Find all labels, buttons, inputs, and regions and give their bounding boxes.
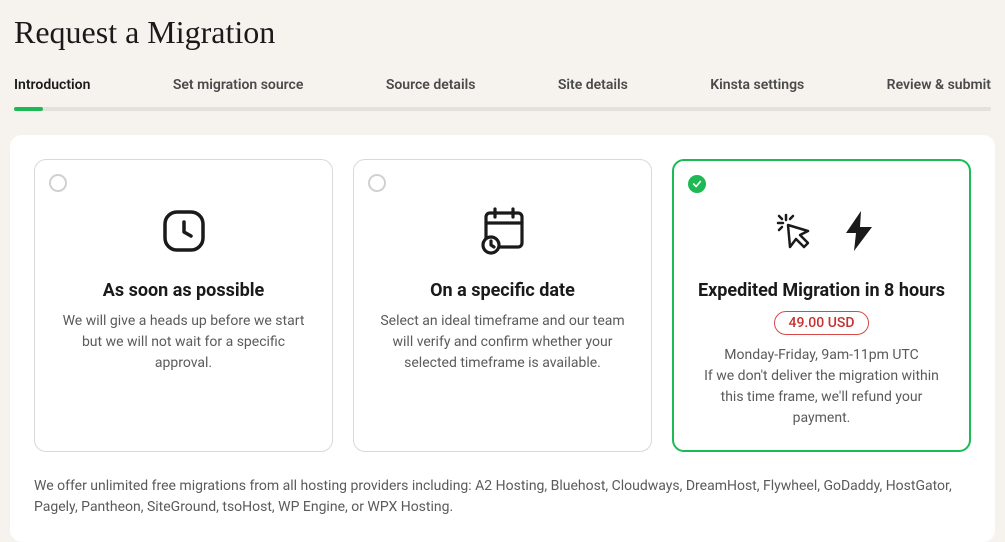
- tab-kinsta-settings[interactable]: Kinsta settings: [710, 69, 804, 107]
- radio-checked-icon: [688, 175, 706, 193]
- tab-site-details[interactable]: Site details: [558, 69, 628, 107]
- option-asap[interactable]: As soon as possible We will give a heads…: [34, 159, 333, 452]
- clock-icon: [55, 206, 312, 256]
- page-title: Request a Migration: [0, 0, 1005, 69]
- tab-set-migration-source[interactable]: Set migration source: [173, 69, 304, 107]
- option-title: As soon as possible: [55, 280, 312, 301]
- option-specific-date[interactable]: On a specific date Select an ideal timef…: [353, 159, 652, 452]
- option-expedited[interactable]: Expedited Migration in 8 hours 49.00 USD…: [672, 159, 971, 452]
- radio-unchecked-icon: [368, 174, 386, 192]
- option-desc: Select an ideal timeframe and our team w…: [374, 311, 631, 374]
- lightning-icon: [846, 211, 872, 251]
- progress-fill: [14, 107, 43, 111]
- migration-options: As soon as possible We will give a heads…: [34, 159, 971, 452]
- cursor-click-icon: [772, 209, 816, 253]
- option-desc: We will give a heads up before we start …: [55, 311, 312, 374]
- expedited-icon: [693, 206, 950, 256]
- option-title: Expedited Migration in 8 hours: [693, 280, 950, 301]
- option-desc: If we don't deliver the migration within…: [693, 366, 950, 429]
- footnote: We offer unlimited free migrations from …: [34, 476, 971, 518]
- calendar-clock-icon: [374, 206, 631, 256]
- progress-track: [14, 107, 991, 111]
- price-badge: 49.00 USD: [774, 311, 870, 335]
- tab-review-submit[interactable]: Review & submit: [887, 69, 991, 107]
- tab-source-details[interactable]: Source details: [386, 69, 476, 107]
- radio-unchecked-icon: [49, 174, 67, 192]
- option-hours: Monday-Friday, 9am-11pm UTC: [693, 345, 950, 366]
- step-tabs: Introduction Set migration source Source…: [0, 69, 1005, 107]
- option-title: On a specific date: [374, 280, 631, 301]
- content-card: As soon as possible We will give a heads…: [10, 135, 995, 542]
- tab-introduction[interactable]: Introduction: [14, 69, 90, 107]
